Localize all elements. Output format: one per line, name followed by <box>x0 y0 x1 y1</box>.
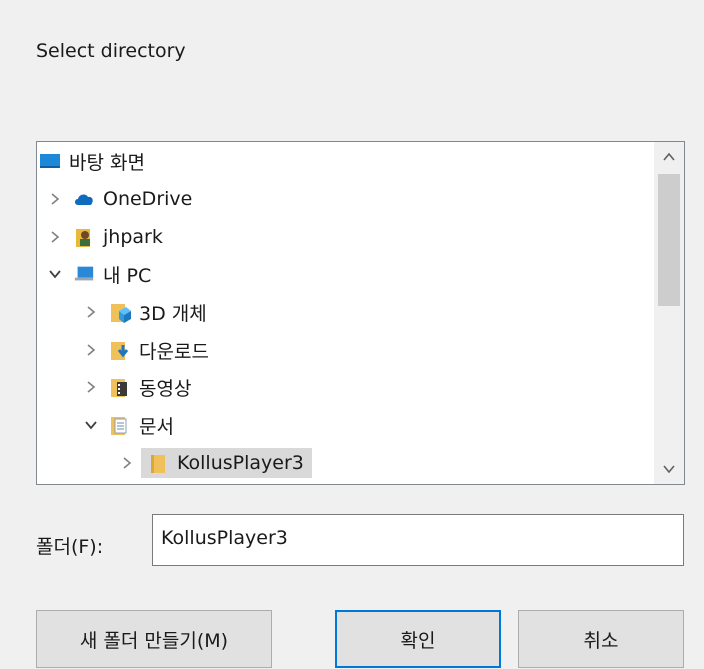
documents-folder-icon <box>109 414 131 436</box>
tree-item-downloads[interactable]: 다운로드 <box>81 332 654 368</box>
folder-name-input[interactable]: KollusPlayer3 <box>152 514 684 566</box>
tree-item-label: 바탕 화면 <box>69 151 145 174</box>
tree-item-label: 내 PC <box>103 264 152 287</box>
tree-item-videos[interactable]: 동영상 <box>81 369 654 405</box>
chevron-right-icon[interactable] <box>81 377 101 397</box>
tree-item-3d-objects[interactable]: 3D 개체 <box>81 294 654 330</box>
folder-tree[interactable]: 바탕 화면 OneDrive jhpark 내 PC 3D 개체 다운로드 동영… <box>36 141 685 485</box>
tree-item-label: KollusPlayer3 <box>177 452 304 474</box>
videos-folder-icon <box>109 376 131 398</box>
chevron-right-icon[interactable] <box>45 189 65 209</box>
3d-objects-folder-icon <box>109 301 131 323</box>
onedrive-cloud-icon <box>73 188 95 210</box>
tree-item-jhpark[interactable]: jhpark <box>45 219 654 255</box>
downloads-folder-icon <box>109 339 131 361</box>
cancel-button[interactable]: 취소 <box>518 610 684 668</box>
chevron-right-icon[interactable] <box>117 453 137 473</box>
scrollbar-thumb[interactable] <box>658 174 680 306</box>
tree-item-label: 문서 <box>139 415 174 438</box>
tree-item-desktop[interactable]: 바탕 화면 <box>37 143 654 179</box>
ok-button[interactable]: 확인 <box>335 610 501 668</box>
user-folder-icon <box>73 226 95 248</box>
scroll-down-arrow-icon[interactable] <box>654 454 684 484</box>
vertical-scrollbar[interactable] <box>654 142 684 484</box>
tree-item-label: OneDrive <box>103 188 193 210</box>
chevron-right-icon[interactable] <box>81 340 101 360</box>
select-directory-dialog: Select directory 바탕 화면 OneDrive jhpark 내… <box>0 0 704 669</box>
folder-icon <box>147 452 169 474</box>
chevron-right-icon[interactable] <box>45 227 65 247</box>
tree-item-label: 다운로드 <box>139 340 209 363</box>
tree-item-label: 3D 개체 <box>139 302 207 325</box>
chevron-down-icon[interactable] <box>45 264 65 284</box>
new-folder-button[interactable]: 새 폴더 만들기(M) <box>36 610 272 668</box>
tree-item-documents[interactable]: 문서 <box>81 407 654 443</box>
dialog-prompt: Select directory <box>36 40 186 62</box>
tree-item-label: 동영상 <box>139 377 192 400</box>
chevron-down-icon[interactable] <box>81 415 101 435</box>
desktop-icon <box>39 150 61 172</box>
tree-item-kollusplayer3[interactable]: KollusPlayer3 <box>117 445 654 481</box>
chevron-right-icon[interactable] <box>81 302 101 322</box>
tree-item-label: jhpark <box>103 226 163 248</box>
tree-item-onedrive[interactable]: OneDrive <box>45 181 654 217</box>
scroll-up-arrow-icon[interactable] <box>654 142 684 172</box>
computer-icon <box>73 263 95 285</box>
tree-item-this-pc[interactable]: 내 PC <box>45 256 654 292</box>
folder-field-label: 폴더(F): <box>36 536 104 558</box>
